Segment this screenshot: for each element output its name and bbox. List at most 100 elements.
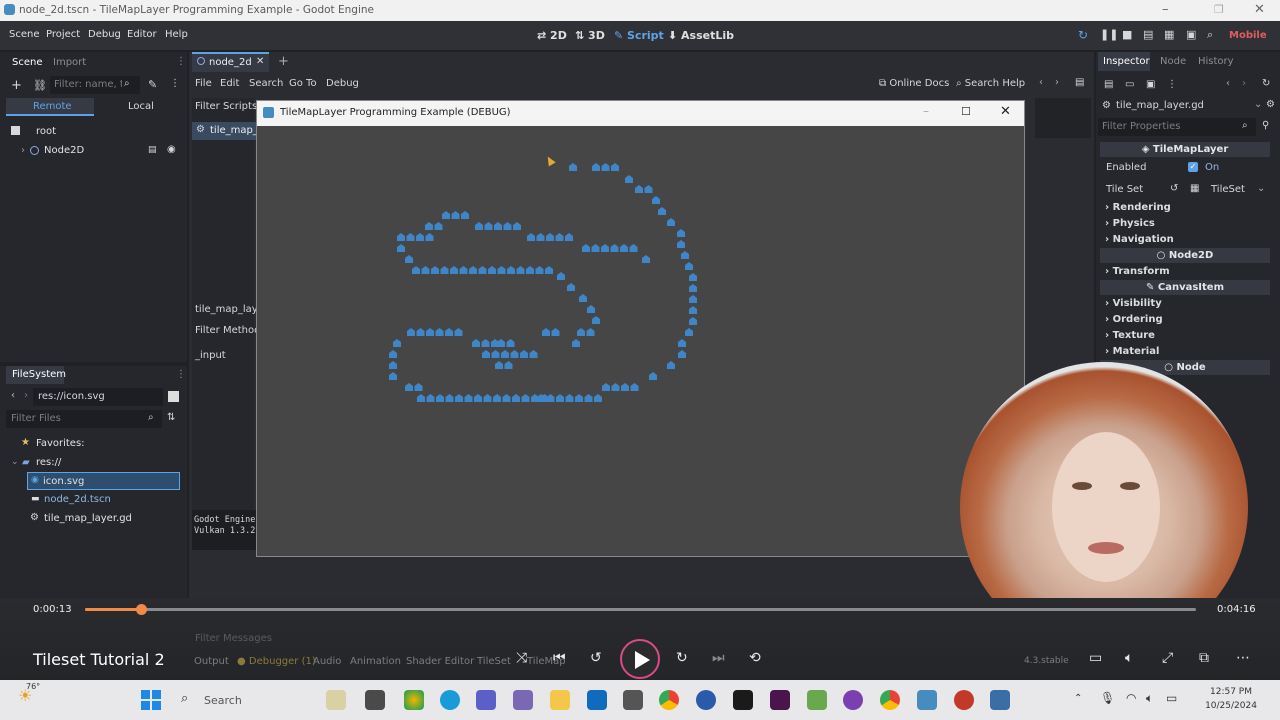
fullscreen-icon[interactable]: ⤢ [1162, 650, 1173, 666]
remote-debug-icon[interactable]: ↻ [1078, 28, 1088, 42]
menu-debug[interactable]: Debug [88, 29, 121, 40]
tab-remote[interactable]: Remote [6, 98, 94, 116]
editor-menu-edit[interactable]: Edit [220, 78, 239, 89]
file-explorer-dark-icon[interactable] [365, 690, 385, 710]
history-back-icon[interactable]: ‹ [1226, 78, 1230, 89]
chevron-right-icon[interactable]: › [21, 145, 25, 156]
tray-chevron-icon[interactable]: ⌃ [1074, 693, 1082, 704]
editor-menu-search[interactable]: Search [249, 78, 283, 89]
menu-project[interactable]: Project [46, 29, 80, 40]
visibility-icon[interactable]: ◉ [167, 144, 176, 155]
play-scene-icon[interactable]: ▤ [1143, 28, 1153, 41]
section-ordering[interactable]: › Ordering [1105, 314, 1163, 325]
open-icon[interactable]: ▭ [1125, 79, 1134, 90]
app-icon[interactable] [954, 690, 974, 710]
game-debug-window[interactable]: TileMapLayer Programming Example (DEBUG)… [256, 100, 1025, 557]
teams-icon[interactable] [476, 690, 496, 710]
menu-editor[interactable]: Editor [127, 29, 157, 40]
tab-tileset[interactable]: TileSet [477, 656, 511, 667]
slack-icon[interactable] [770, 690, 790, 710]
workspace-3d-button[interactable]: ⇅ 3D [575, 29, 605, 42]
store-icon[interactable] [587, 690, 607, 710]
microphone-icon[interactable]: 🎙︎ [1100, 691, 1115, 705]
forward-icon[interactable]: › [24, 390, 28, 401]
tab-animation[interactable]: Animation [350, 656, 401, 667]
filter-options-icon[interactable]: ⚲ [1262, 120, 1269, 131]
play-button[interactable] [620, 639, 660, 679]
script-attach-icon[interactable]: ✎ [148, 78, 157, 91]
prev-icon[interactable]: ‹ [1039, 77, 1043, 88]
taskbar-search[interactable]: Search [204, 694, 242, 707]
maximize-icon[interactable]: ☐ [961, 105, 971, 118]
app-icon[interactable] [513, 690, 533, 710]
edge-icon[interactable] [440, 690, 460, 710]
section-navigation[interactable]: › Navigation [1105, 234, 1174, 245]
section-rendering[interactable]: › Rendering [1105, 202, 1171, 213]
folder-icon[interactable] [550, 690, 570, 710]
add-node-icon[interactable]: + [11, 78, 22, 93]
chevron-down-icon[interactable]: ⌄ [1254, 99, 1262, 110]
editor-menu-debug[interactable]: Debug [326, 78, 359, 89]
filter-scripts-input[interactable]: Filter Scripts [195, 101, 257, 112]
wifi-icon[interactable]: ◠ [1126, 691, 1136, 705]
tab-shader-editor[interactable]: Shader Editor [406, 656, 474, 667]
forward-30-icon[interactable]: ↻ [676, 650, 688, 666]
tab-output[interactable]: Output [194, 656, 229, 667]
clock-date[interactable]: 10/25/2024 [1183, 701, 1279, 711]
pause-icon[interactable]: ❚❚ [1100, 28, 1118, 41]
cast-icon[interactable]: ⧉ [1199, 650, 1209, 666]
miniplayer-icon[interactable]: ▭ [1089, 650, 1102, 666]
inspector-file[interactable]: tile_map_layer.gd [1116, 100, 1204, 111]
fs-file-icon-svg[interactable]: ◉ icon.svg [27, 472, 180, 490]
copilot-icon[interactable] [404, 690, 424, 710]
workspace-2d-button[interactable]: ⇄ 2D [537, 29, 567, 42]
scene-menu-icon[interactable]: ⋮ [170, 78, 180, 89]
game-viewport[interactable] [257, 126, 1024, 556]
class-header-canvasitem[interactable]: ✎ CanvasItem [1100, 280, 1270, 295]
renderer-select[interactable]: Mobile [1229, 30, 1267, 41]
clock-time[interactable]: 12:57 PM [1183, 687, 1279, 697]
class-header-node2d[interactable]: ○ Node2D [1100, 248, 1270, 263]
godot-game-icon[interactable] [990, 690, 1010, 710]
tab-node2d[interactable]: node_2d ✕ [192, 52, 269, 72]
menu-scene[interactable]: Scene [9, 29, 40, 40]
root-expander-icon[interactable] [11, 126, 20, 135]
seek-thumb[interactable] [135, 604, 147, 615]
editor-menu-file[interactable]: File [195, 78, 212, 89]
tab-history[interactable]: History [1198, 56, 1234, 67]
volume-icon[interactable]: 🔈︎ [1125, 650, 1133, 666]
tab-scene[interactable]: Scene [12, 57, 43, 68]
minimap[interactable] [1035, 98, 1091, 138]
script-list-item[interactable]: ⚙ tile_map_la [192, 122, 267, 140]
rewind-10-icon[interactable]: ↺ [590, 650, 602, 666]
workspace-assetlib-button[interactable]: ⬇ AssetLib [668, 29, 734, 42]
close-icon[interactable]: ✕ [1000, 104, 1011, 119]
godot-icon[interactable] [917, 690, 937, 710]
section-visibility[interactable]: › Visibility [1105, 298, 1162, 309]
back-icon[interactable]: ‹ [11, 390, 15, 401]
fs-favorites[interactable]: Favorites: [36, 438, 85, 449]
app-icon[interactable] [807, 690, 827, 710]
tab-audio[interactable]: Audio [313, 656, 341, 667]
section-material[interactable]: › Material [1105, 346, 1159, 357]
tab-debugger[interactable]: ● Debugger (1) [237, 656, 316, 667]
fs-file-script[interactable]: tile_map_layer.gd [44, 513, 132, 524]
app-icon[interactable] [843, 690, 863, 710]
tileset-value[interactable]: TileSet [1211, 184, 1245, 195]
start-icon[interactable] [141, 690, 161, 710]
script-icon[interactable]: ▤ [148, 145, 157, 155]
stop-icon[interactable]: ■ [1122, 28, 1132, 41]
workspace-script-button[interactable]: ✎ Script [614, 29, 664, 42]
sort-icon[interactable]: ⇅ [167, 412, 175, 423]
minimize-icon[interactable]: – [1162, 2, 1169, 17]
tab-local[interactable]: Local [128, 101, 154, 112]
minimize-icon[interactable]: – [923, 104, 929, 118]
split-mode-icon[interactable] [168, 391, 179, 402]
online-docs-button[interactable]: ⧉ Online Docs [879, 78, 949, 89]
tree-node2d[interactable]: Node2D [44, 145, 84, 156]
chrome-icon[interactable] [880, 690, 900, 710]
seek-bar[interactable] [85, 604, 1196, 615]
add-tab-icon[interactable]: + [278, 54, 289, 69]
method-input[interactable]: _input [195, 350, 226, 361]
tab-node[interactable]: Node [1160, 56, 1186, 67]
